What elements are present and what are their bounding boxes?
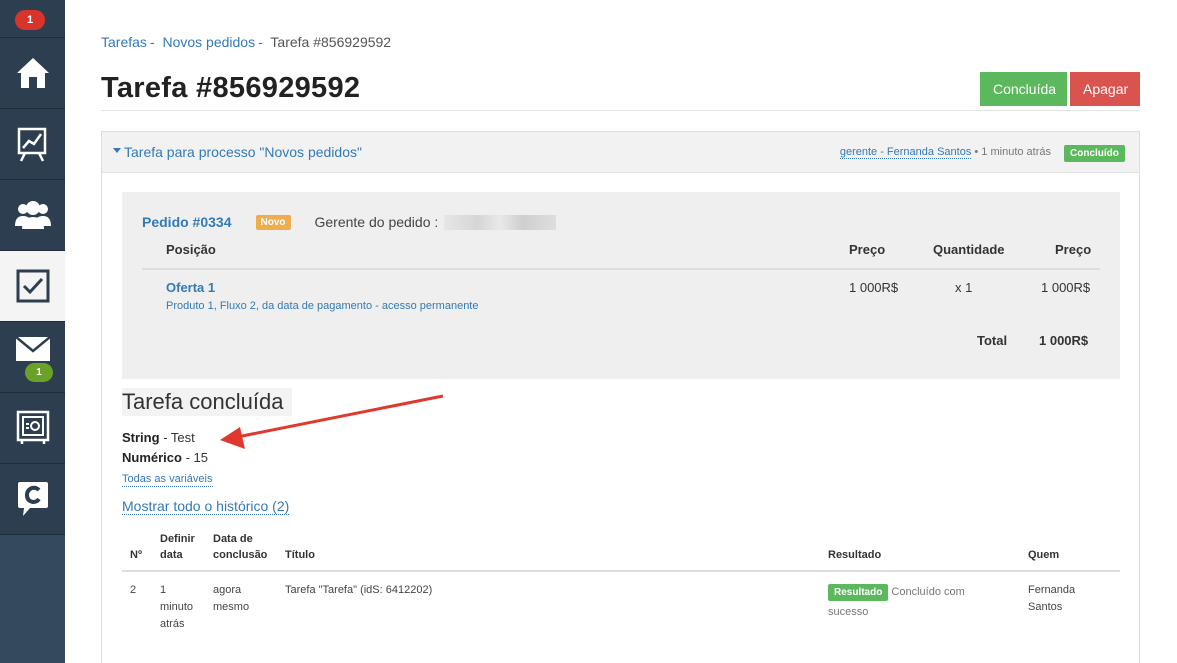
breadcrumb-separator: - [258, 34, 263, 50]
col-price: Preço [849, 242, 886, 257]
delete-button[interactable]: Apagar [1070, 72, 1140, 106]
sidebar-item-home[interactable] [0, 38, 65, 109]
page-title: Tarefa #856929592 [101, 72, 361, 104]
variable-value: - 15 [185, 450, 208, 465]
col-position: Posição [166, 242, 216, 257]
col-who: Quem [1028, 549, 1060, 561]
chart-icon [17, 127, 46, 162]
result-badge: Resultado [828, 584, 889, 601]
order-manager-label: Gerente do pedido : [314, 214, 439, 230]
breadcrumb-current: Tarefa #856929592 [270, 34, 392, 50]
sidebar-item-chat[interactable] [0, 464, 65, 535]
notifications-badge[interactable]: 1 [15, 10, 45, 30]
offer-description[interactable]: Produto 1, Fluxo 2, da data de pagamento… [166, 300, 478, 312]
offer-link[interactable]: Oferta 1 [166, 280, 215, 295]
chat-icon [17, 482, 48, 516]
users-icon [14, 201, 51, 229]
order-manager-redacted [444, 214, 557, 230]
row-done-date: agora mesmo [213, 584, 250, 613]
sidebar-item-safe[interactable] [0, 393, 65, 464]
row-set-date: 1 minuto atrás [160, 584, 194, 630]
col-quantity: Quantidade [933, 242, 1005, 257]
sidebar-item-reports[interactable] [0, 109, 65, 180]
col-number: Nº [130, 549, 142, 561]
breadcrumb-tasks[interactable]: Tarefas [101, 34, 147, 50]
item-price: 1 000R$ [849, 280, 899, 295]
table-divider [122, 570, 1120, 572]
panel-meta: gerente - Fernanda Santos • 1 minuto atr… [839, 146, 1051, 159]
total-label: Total [977, 333, 1008, 348]
panel-header[interactable]: Tarefa para processo "Novos pedidos" ger… [102, 132, 1139, 173]
col-total-price: Preço [1055, 242, 1092, 257]
status-badge: Concluído [1064, 145, 1125, 162]
mail-icon [15, 337, 50, 361]
variable-name: Numérico [122, 450, 182, 465]
sidebar-filler [0, 535, 65, 663]
sidebar-top: 1 [0, 0, 65, 38]
sidebar: 1 1 [0, 0, 65, 663]
all-variables-link[interactable]: Todas as variáveis [122, 472, 213, 487]
show-history-link[interactable]: Mostrar todo o histórico (2) [122, 498, 290, 515]
item-total: 1 000R$ [1041, 280, 1091, 295]
panel-time: • 1 minuto atrás [974, 146, 1051, 158]
col-set-date: Definir data [160, 533, 195, 561]
col-done-date: Data de conclusão [213, 533, 268, 561]
variable-string: String - Test [122, 428, 213, 448]
panel-title[interactable]: Tarefa para processo "Novos pedidos" [124, 144, 362, 160]
variable-name: String [122, 430, 160, 445]
col-result: Resultado [828, 549, 882, 561]
sidebar-item-users[interactable] [0, 180, 65, 251]
task-variables: String - Test Numérico - 15 Todas as var… [122, 428, 213, 488]
order-status-badge: Novo [255, 214, 291, 230]
title-divider [101, 110, 1140, 111]
safe-icon [16, 410, 49, 444]
row-result: Resultado Concluído com sucesso [828, 582, 988, 622]
panel-manager-link[interactable]: gerente - Fernanda Santos [839, 146, 972, 159]
col-title: Título [285, 549, 315, 561]
caret-down-icon[interactable] [113, 148, 121, 153]
home-icon [16, 58, 49, 88]
total-value: 1 000R$ [1039, 333, 1089, 348]
mail-badge: 1 [25, 363, 53, 382]
breadcrumb-new-orders[interactable]: Novos pedidos [162, 34, 255, 50]
row-title: Tarefa "Tarefa" (idS: 6412202) [285, 584, 433, 596]
order-box: Pedido #0334 Novo Gerente do pedido : Po… [122, 192, 1120, 379]
order-link[interactable]: Pedido #0334 [142, 214, 232, 230]
sidebar-item-tasks[interactable] [0, 251, 65, 322]
row-who: Fernanda Santos [1028, 584, 1076, 613]
variable-value: - Test [163, 430, 195, 445]
row-number: 2 [130, 584, 137, 596]
table-divider [142, 268, 1100, 270]
item-quantity: x 1 [955, 280, 973, 295]
sidebar-item-mail[interactable]: 1 [0, 322, 65, 393]
tasks-check-icon [16, 269, 49, 303]
order-header: Pedido #0334 Novo Gerente do pedido : [142, 214, 557, 230]
breadcrumb: Tarefas - Novos pedidos - Tarefa #85692959… [101, 34, 391, 50]
complete-button[interactable]: Concluída [980, 72, 1067, 106]
variable-number: Numérico - 15 [122, 448, 213, 468]
annotation-arrow-icon [220, 394, 444, 449]
breadcrumb-separator: - [149, 34, 155, 50]
